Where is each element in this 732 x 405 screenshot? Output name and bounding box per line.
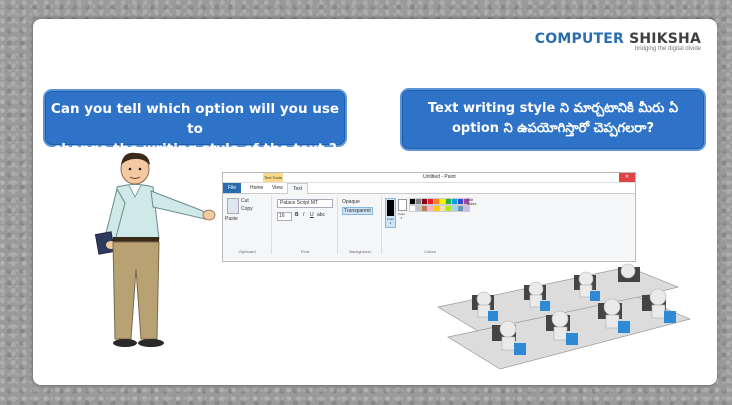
transparent-button[interactable]: Transparent bbox=[342, 207, 373, 215]
telugu-question-line1: Text writing style ని మార్చటానికి మీరు ఏ bbox=[427, 101, 679, 116]
colors-group: Color 1 Color 2 Edit colors Colors bbox=[383, 196, 477, 254]
logo-word-1: COMPUTER bbox=[534, 31, 625, 47]
telugu-question-line2: option ని ఉపయోగిస్తారో చెప్పగలరా? bbox=[451, 121, 655, 136]
close-icon[interactable]: ✕ bbox=[619, 173, 635, 182]
color2-label: Color 2 bbox=[397, 212, 406, 220]
color1-label: Color 1 bbox=[386, 217, 395, 225]
color1-button[interactable]: Color 1 bbox=[385, 198, 396, 228]
tab-home[interactable]: Home bbox=[245, 183, 268, 193]
english-question-line1: Can you tell which option will you use t… bbox=[50, 101, 340, 137]
tab-file[interactable]: File bbox=[223, 183, 242, 193]
bold-button[interactable]: B bbox=[295, 212, 299, 218]
telugu-question-box: Text writing style ని మార్చటానికి మీరు ఏ… bbox=[400, 88, 706, 151]
italic-button[interactable]: I bbox=[303, 212, 304, 218]
clipboard-group: Paste Cut Copy Clipboard bbox=[223, 196, 272, 254]
font-size-select[interactable]: 16 bbox=[277, 212, 292, 221]
slide-canvas: COMPUTER SHIKSHA bridging the digital di… bbox=[33, 19, 717, 385]
background-group-label: Background bbox=[349, 249, 371, 254]
opaque-button[interactable]: Opaque bbox=[342, 199, 360, 205]
font-name-select[interactable]: Palace Script MT bbox=[277, 199, 333, 208]
tab-view[interactable]: View bbox=[267, 183, 288, 193]
color-swatch[interactable] bbox=[463, 205, 470, 212]
paint-titlebar: Text Tools Untitled - Paint ✕ bbox=[223, 173, 635, 183]
text-tools-context-tab[interactable]: Text Tools bbox=[263, 173, 283, 182]
paste-label[interactable]: Paste bbox=[225, 216, 238, 222]
tab-text[interactable]: Text bbox=[287, 183, 309, 194]
computer-lab-illustration bbox=[437, 263, 692, 370]
font-group-label: Font bbox=[300, 249, 309, 254]
computer-shiksha-logo: COMPUTER SHIKSHA bridging the digital di… bbox=[535, 31, 701, 52]
paste-icon[interactable] bbox=[227, 198, 239, 214]
clipboard-group-label: Clipboard bbox=[238, 249, 256, 254]
edit-colors-button[interactable]: Edit colors bbox=[467, 198, 479, 206]
english-question-box: Can you tell which option will you use t… bbox=[43, 89, 347, 157]
copy-button[interactable]: Copy bbox=[241, 206, 253, 212]
logo-word-2: SHIKSHA bbox=[629, 31, 701, 47]
underline-button[interactable]: U bbox=[310, 212, 314, 218]
cut-button[interactable]: Cut bbox=[241, 198, 249, 204]
strikethrough-button[interactable]: abc bbox=[317, 212, 325, 218]
color-palette bbox=[409, 198, 473, 222]
background-group: Opaque Transparent Background bbox=[339, 196, 382, 254]
color2-button[interactable]: Color 2 bbox=[397, 198, 407, 226]
paint-window-title: Untitled - Paint bbox=[423, 174, 456, 180]
teacher-illustration bbox=[94, 152, 216, 347]
font-group: Palace Script MT 16 B I U abc Font bbox=[273, 196, 338, 254]
ribbon-tabs: File Home View Text bbox=[223, 183, 635, 194]
